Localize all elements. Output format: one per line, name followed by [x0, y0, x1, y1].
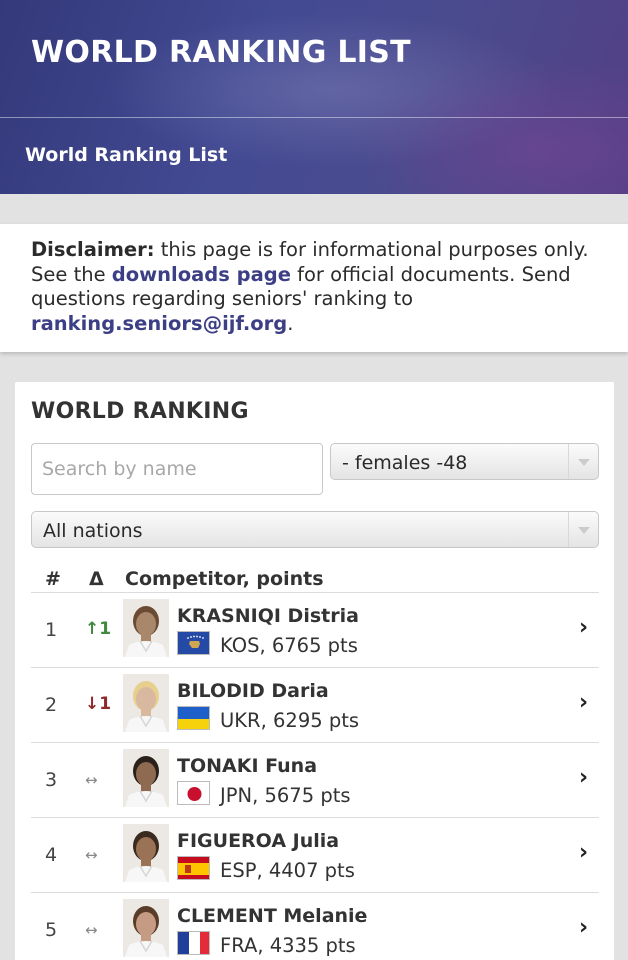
weight-category-select[interactable]: - females -48	[330, 443, 599, 480]
chevron-down-icon	[568, 444, 598, 479]
chevron-down-icon	[568, 512, 598, 547]
nation-value: All nations	[43, 520, 143, 542]
search-input[interactable]	[31, 443, 323, 495]
disclaimer-panel: Disclaimer: this page is for information…	[0, 224, 628, 352]
column-header-competitor: Competitor, points	[125, 568, 324, 590]
ranking-row[interactable]: 5 ↔ CLEMENT Melanie FRA, 4335 pts ›	[31, 892, 599, 960]
rank-number: 2	[45, 694, 58, 716]
athlete-name: FIGUEROA Julia	[177, 830, 340, 852]
header-divider	[0, 117, 628, 118]
breadcrumb[interactable]: World Ranking List	[25, 144, 227, 166]
rank-change-same-icon: ↔	[85, 771, 98, 789]
page-title: WORLD RANKING LIST	[31, 35, 411, 70]
chevron-right-icon[interactable]: ›	[579, 615, 588, 640]
ranking-row[interactable]: 4 ↔ FIGUEROA Julia ESP, 4407 pts ›	[31, 817, 599, 892]
athlete-photo	[123, 899, 169, 957]
rank-change-same-icon: ↔	[85, 846, 98, 864]
athlete-photo	[123, 674, 169, 732]
jpn-flag-icon	[177, 781, 210, 805]
column-header-delta: Δ	[89, 568, 104, 590]
page-header: WORLD RANKING LIST World Ranking List	[0, 0, 628, 194]
kos-flag-icon	[177, 631, 210, 655]
esp-flag-icon	[177, 856, 210, 880]
rank-change-same-icon: ↔	[85, 921, 98, 939]
athlete-country-points: JPN, 5675 pts	[220, 784, 351, 807]
disclaimer-text-3: .	[287, 311, 294, 335]
athlete-name: KRASNIQI Distria	[177, 605, 359, 627]
rank-number: 5	[45, 919, 58, 941]
chevron-right-icon[interactable]: ›	[579, 765, 588, 790]
rank-change-down-icon: ↓1	[85, 694, 112, 714]
chevron-right-icon[interactable]: ›	[579, 840, 588, 865]
weight-category-value: - females -48	[342, 452, 468, 474]
nation-select[interactable]: All nations	[31, 511, 599, 548]
athlete-name: TONAKI Funa	[177, 755, 318, 777]
ukr-flag-icon	[177, 706, 210, 730]
athlete-country-points: KOS, 6765 pts	[220, 634, 358, 657]
world-ranking-card: WORLD RANKING - females -48 All nations …	[15, 382, 614, 960]
athlete-photo	[123, 749, 169, 807]
athlete-name: CLEMENT Melanie	[177, 905, 368, 927]
fra-flag-icon	[177, 931, 210, 955]
chevron-right-icon[interactable]: ›	[579, 690, 588, 715]
athlete-name: BILODID Daria	[177, 680, 329, 702]
world-ranking-title: WORLD RANKING	[31, 399, 249, 424]
rank-number: 3	[45, 769, 58, 791]
ranking-list: 1 ↑1 KRASNIQI Distria KOS, 6765 pts › 2 ↓1 BILO…	[31, 592, 599, 960]
athlete-photo	[123, 599, 169, 657]
column-header-rank: #	[45, 568, 61, 590]
disclaimer-label: Disclaimer:	[31, 238, 155, 261]
athlete-country-points: UKR, 6295 pts	[220, 709, 360, 732]
rank-change-up-icon: ↑1	[85, 619, 112, 639]
athlete-country-points: FRA, 4335 pts	[220, 934, 356, 957]
chevron-right-icon[interactable]: ›	[579, 915, 588, 940]
rank-number: 1	[45, 619, 58, 641]
athlete-photo	[123, 824, 169, 882]
athlete-country-points: ESP, 4407 pts	[220, 859, 355, 882]
rank-number: 4	[45, 844, 58, 866]
ranking-row[interactable]: 3 ↔ TONAKI Funa JPN, 5675 pts ›	[31, 742, 599, 817]
ranking-row[interactable]: 1 ↑1 KRASNIQI Distria KOS, 6765 pts ›	[31, 592, 599, 667]
ranking-row[interactable]: 2 ↓1 BILODID Daria UKR, 6295 pts ›	[31, 667, 599, 742]
downloads-page-link[interactable]: downloads page	[112, 263, 291, 286]
ranking-email-link[interactable]: ranking.seniors@ijf.org	[31, 312, 287, 335]
